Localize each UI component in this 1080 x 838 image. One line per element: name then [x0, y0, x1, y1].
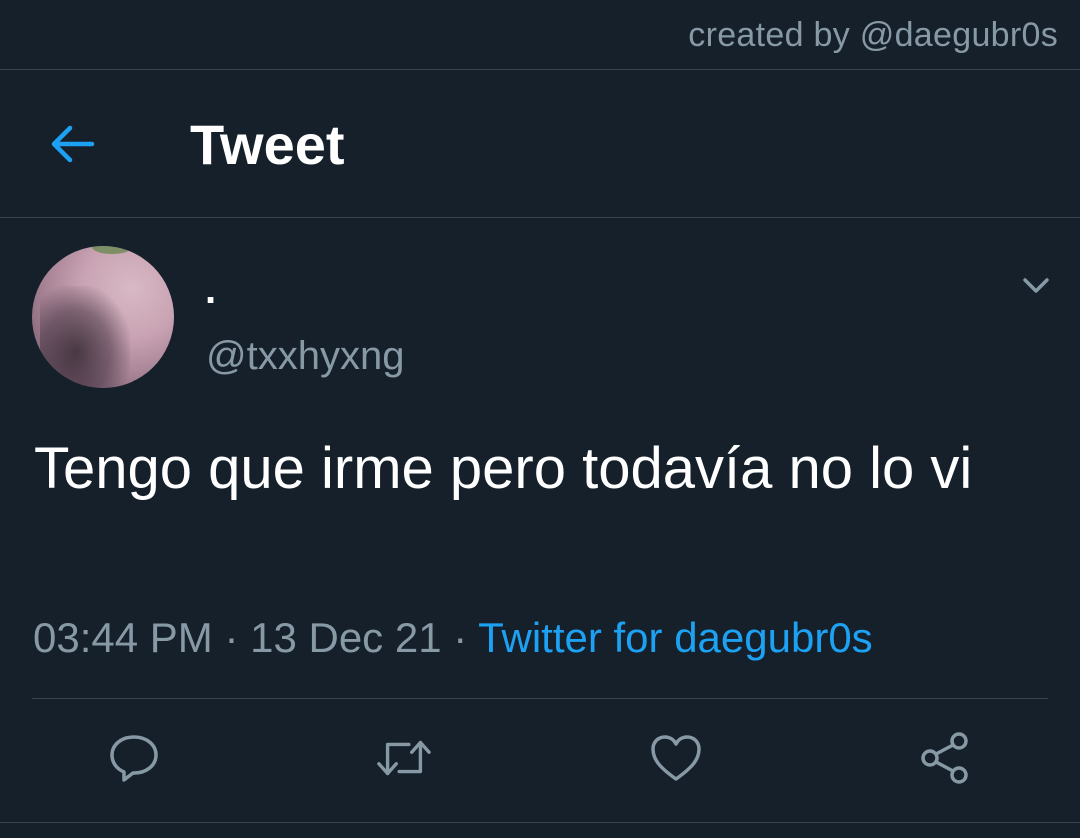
- header: Tweet: [0, 70, 1080, 218]
- credit-text: created by @daegubr0s: [688, 16, 1058, 54]
- user-handle[interactable]: @txxhyxng: [206, 334, 404, 379]
- top-bar: created by @daegubr0s: [0, 0, 1080, 70]
- heart-icon: [651, 735, 701, 781]
- share-icon: [921, 732, 968, 784]
- retweet-icon: [377, 740, 431, 776]
- back-button[interactable]: [40, 114, 106, 174]
- divider: [0, 822, 1080, 823]
- page-title: Tweet: [190, 113, 345, 176]
- retweet-button[interactable]: [376, 730, 432, 786]
- reply-button[interactable]: [106, 730, 162, 786]
- reply-icon: [110, 735, 158, 782]
- meta-separator: ·: [212, 614, 251, 661]
- avatar[interactable]: [32, 246, 174, 388]
- divider: [32, 698, 1048, 699]
- chevron-down-icon: [1023, 278, 1049, 293]
- tweet-text: Tengo que irme pero todavía no lo vi: [34, 436, 973, 501]
- tweet-time: 03:44 PM: [33, 614, 213, 661]
- tweet-date: 13 Dec 21: [250, 614, 442, 661]
- avatar-detail: [92, 246, 132, 254]
- display-name[interactable]: .: [205, 268, 216, 313]
- arrow-left-icon: [51, 125, 95, 163]
- share-button[interactable]: [917, 730, 973, 786]
- tweet-menu-button[interactable]: [1016, 266, 1056, 306]
- like-button[interactable]: [648, 730, 704, 786]
- avatar-shadow: [40, 286, 130, 388]
- meta-separator: ·: [441, 614, 479, 661]
- tweet-source-link[interactable]: Twitter for daegubr0s: [478, 614, 873, 661]
- tweet-meta: 03:44 PM · 13 Dec 21 · Twitter for daegu…: [33, 614, 873, 662]
